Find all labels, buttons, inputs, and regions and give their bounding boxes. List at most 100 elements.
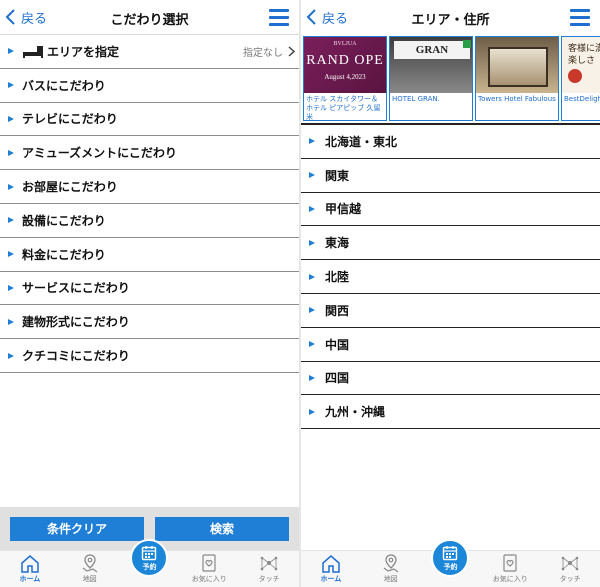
page-title: エリア・住所 [411,13,490,28]
region-item[interactable]: 九州・沖縄 [301,395,600,430]
home-icon [21,555,39,573]
area-screen: 戻る エリア・住所 BVLJUA RAND OPE August 4,2023 … [301,0,600,587]
hotel-banner[interactable]: 客様に満楽しさ BestDeligh [561,36,600,121]
reserve-circle[interactable]: 予約 [130,539,169,577]
region-item[interactable]: 中国 [301,328,600,362]
region-item[interactable]: 甲信越 [301,193,600,227]
preference-screen: 戻る こだわり選択 エリアを指定 指定なし バスにこだわり テレビにこだわり ア… [0,0,299,587]
preference-item-amusement[interactable]: アミューズメントにこだわり [0,136,299,171]
triangle-bullet-icon [8,115,14,122]
triangle-bullet-icon [309,307,315,314]
triangle-bullet-icon [8,149,14,156]
hamburger-menu-icon[interactable] [269,8,289,26]
tab-label: ホーム [320,575,342,583]
triangle-bullet-icon [309,205,315,212]
tab-reserve[interactable]: 予約 [120,539,180,587]
tab-reserve[interactable]: 予約 [421,539,481,587]
hotel-banner-carousel[interactable]: BVLJUA RAND OPE August 4,2023 ホテル スカイタワー… [301,34,600,123]
tab-label: 予約 [443,562,458,571]
tab-label: タッチ [559,575,581,583]
region-label: 北海道・東北 [325,134,398,149]
tab-map[interactable]: 地図 [361,551,421,587]
preference-list: エリアを指定 指定なし バスにこだわり テレビにこだわり アミューズメントにこだ… [0,34,299,373]
preference-item-bath[interactable]: バスにこだわり [0,69,299,103]
triangle-bullet-icon [309,172,315,179]
preference-item-building[interactable]: 建物形式にこだわり [0,305,299,340]
region-item[interactable]: 東海 [301,226,600,261]
banner-date: August 4,2023 [324,73,366,81]
tab-label: ホーム [19,575,41,583]
tab-favorites[interactable]: お気に入り [179,551,239,587]
page-title: こだわり選択 [110,13,189,28]
calendar-icon [443,545,458,560]
preference-item-facilities[interactable]: 設備にこだわり [0,204,299,238]
banner-caption: Towers Hotel Fabulous [478,95,556,103]
tab-home[interactable]: ホーム [301,551,361,587]
banner-caption: ホテル スカイタワー＆ホテル ピアピッブ 久留米 [306,95,381,121]
preference-item-label: アミューズメントにこだわり [22,146,177,161]
banner-text: 客様に満 [568,44,600,54]
preference-item-label: 設備にこだわり [22,213,106,228]
heart-card-icon [202,554,216,572]
preference-item-label: サービスにこだわり [22,281,130,296]
tab-map[interactable]: 地図 [60,551,120,587]
hotel-banner[interactable]: GRAN HOTEL GRAN. [389,36,473,121]
preference-item-label: お部屋にこだわり [22,180,118,195]
region-item[interactable]: 北海道・東北 [301,125,600,159]
header: 戻る エリア・住所 [301,0,600,34]
region-label: 関西 [325,303,350,318]
triangle-bullet-icon [309,273,315,280]
home-icon [322,555,340,573]
area-select-value: 指定なし [243,47,283,59]
preference-item-tv[interactable]: テレビにこだわり [0,103,299,137]
area-select-label: エリアを指定 [47,44,120,59]
region-label: 関東 [325,168,350,183]
reserve-circle[interactable]: 予約 [431,539,470,577]
banner-image: BVLJUA RAND OPE August 4,2023 [304,37,386,93]
banner-image: GRAN [390,37,472,93]
hotel-banner[interactable]: Towers Hotel Fabulous [475,36,559,121]
triangle-bullet-icon [8,48,14,55]
triangle-bullet-icon [309,408,315,415]
triangle-bullet-icon [8,318,14,325]
tab-home[interactable]: ホーム [0,551,60,587]
map-icon [383,554,399,573]
preference-item-label: 建物形式にこだわり [22,315,130,330]
region-label: 北陸 [325,270,350,285]
tab-touch[interactable]: タッチ [239,551,299,587]
region-label: 四国 [325,371,350,386]
search-button[interactable]: 検索 [155,516,289,541]
region-label: 甲信越 [325,202,362,217]
region-item[interactable]: 関西 [301,294,600,328]
triangle-bullet-icon [309,341,315,348]
triangle-bullet-icon [8,352,14,359]
area-select-row[interactable]: エリアを指定 指定なし [0,35,299,69]
banner-sign: GRAN [394,41,470,59]
triangle-bullet-icon [309,374,315,381]
banner-caption: BestDeligh [564,95,600,103]
banner-brand: BVLJUA [333,41,357,47]
clear-conditions-button[interactable]: 条件クリア [10,516,144,541]
region-label: 中国 [325,337,350,352]
tab-label: お気に入り [492,575,528,583]
tab-label: お気に入り [191,575,227,583]
touch-network-icon [561,556,579,571]
preference-item-room[interactable]: お部屋にこだわり [0,170,299,204]
region-item[interactable]: 四国 [301,362,600,396]
preference-item-service[interactable]: サービスにこだわり [0,272,299,306]
preference-item-reviews[interactable]: クチコミにこだわり [0,339,299,373]
calendar-icon [142,545,157,560]
hotel-banner[interactable]: BVLJUA RAND OPE August 4,2023 ホテル スカイタワー… [303,36,387,121]
triangle-bullet-icon [8,82,14,89]
region-item[interactable]: 関東 [301,159,600,193]
tab-favorites[interactable]: お気に入り [480,551,540,587]
banner-caption: HOTEL GRAN. [392,95,440,103]
preference-item-label: テレビにこだわり [22,112,118,127]
banner-headline: RAND OPE [306,53,384,68]
hamburger-menu-icon[interactable] [570,8,590,26]
touch-network-icon [260,556,278,571]
region-item[interactable]: 北陸 [301,260,600,294]
tab-label: 地図 [82,575,97,583]
preference-item-price[interactable]: 料金にこだわり [0,238,299,272]
tab-touch[interactable]: タッチ [540,551,600,587]
